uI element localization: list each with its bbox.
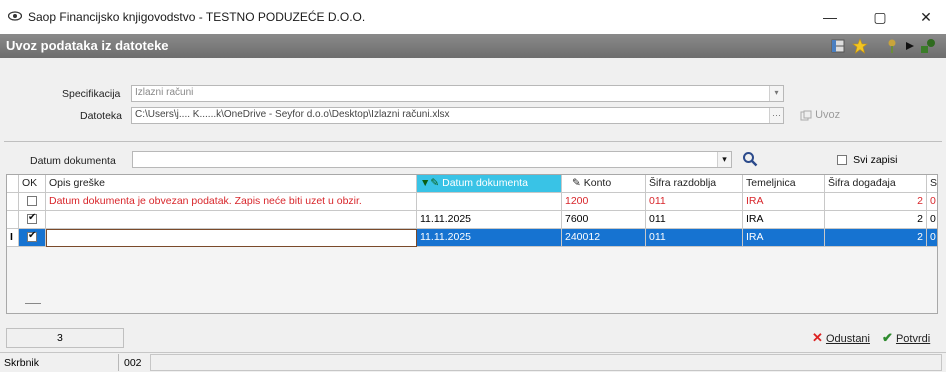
- divider: [4, 141, 942, 142]
- file-path-field[interactable]: C:\Users\j.... K......k\OneDrive - Seyfo…: [131, 107, 784, 124]
- confirm-button[interactable]: ✔ Potvrdi: [882, 330, 930, 346]
- row-error-cell-editing[interactable]: [46, 229, 417, 247]
- specification-field[interactable]: Izlazni računi ▾: [131, 85, 784, 102]
- column-header-event[interactable]: Šifra događaja: [825, 175, 927, 193]
- row-indicator[interactable]: I: [7, 229, 19, 247]
- row-event-cell[interactable]: 2: [825, 193, 927, 211]
- confirm-check-icon: ✔: [882, 330, 893, 345]
- column-header-error[interactable]: Opis greške: [46, 175, 417, 193]
- row-journal-cell[interactable]: IRA: [743, 229, 825, 247]
- search-icon[interactable]: [742, 151, 758, 167]
- status-panel: [150, 354, 942, 371]
- chevron-down-icon[interactable]: ▾: [769, 86, 783, 101]
- shapes-icon[interactable]: [920, 38, 936, 54]
- column-header-journal[interactable]: Temeljnica: [743, 175, 825, 193]
- filter-date-label: Datum dokumenta: [30, 155, 116, 167]
- row-ok-checkbox[interactable]: [27, 230, 37, 243]
- pencil-icon: ✎: [572, 177, 581, 189]
- all-records-checkbox[interactable]: [837, 155, 847, 166]
- all-records-label: Svi zapisi: [853, 154, 898, 166]
- file-path-value: C:\Users\j.... K......k\OneDrive - Seyfo…: [135, 109, 450, 120]
- column-header-account[interactable]: ✎ Konto: [562, 175, 646, 193]
- row-ok-checkbox[interactable]: [27, 196, 37, 207]
- row-s-cell[interactable]: 0: [927, 229, 937, 247]
- row-period-cell[interactable]: 011: [646, 229, 743, 247]
- dialog-title: Uvoz podataka iz datoteke: [6, 38, 169, 53]
- row-date-cell[interactable]: 11.11.2025: [417, 211, 562, 229]
- dialog-header: Uvoz podataka iz datoteke: [0, 34, 946, 58]
- status-separator: [118, 354, 119, 371]
- row-ok-cell[interactable]: [19, 229, 46, 247]
- window-titlebar: Saop Financijsko knjigovodstvo - TESTNO …: [0, 0, 946, 34]
- all-records-toggle[interactable]: Svi zapisi: [837, 154, 897, 166]
- arrow-right-icon[interactable]: [902, 38, 918, 54]
- row-ok-cell[interactable]: [19, 211, 46, 229]
- browse-file-icon[interactable]: ⋯: [769, 108, 783, 123]
- row-error-cell[interactable]: Datum dokumenta je obvezan podatak. Zapi…: [46, 193, 417, 211]
- import-label: Uvoz: [815, 109, 841, 121]
- row-event-cell[interactable]: 2: [825, 229, 927, 247]
- specification-value: Izlazni računi: [135, 87, 194, 98]
- specification-label: Specifikacija: [62, 88, 121, 100]
- row-date-cell[interactable]: 11.11.2025: [417, 229, 562, 247]
- app-eye-icon: [8, 11, 22, 21]
- row-journal-cell[interactable]: IRA: [743, 211, 825, 229]
- row-ok-cell[interactable]: [19, 193, 46, 211]
- close-button[interactable]: ✕: [906, 6, 946, 28]
- row-event-cell[interactable]: 2: [825, 211, 927, 229]
- row-s-cell[interactable]: 0: [927, 193, 937, 211]
- column-header-indicator: [7, 175, 19, 193]
- column-header-date-label: Datum dokumenta: [442, 177, 528, 189]
- tools-icon[interactable]: [884, 38, 900, 54]
- footer-bar: 3 ✕ Odustani ✔ Potvrdi: [0, 326, 946, 350]
- row-error-cell[interactable]: [46, 211, 417, 229]
- status-field-custodian: Skrbnik: [4, 357, 40, 369]
- confirm-label: Potvrdi: [895, 333, 931, 345]
- grid-new-row-marker: [25, 303, 41, 304]
- grid-layout-icon[interactable]: [830, 38, 846, 54]
- row-indicator[interactable]: [7, 193, 19, 211]
- row-journal-cell[interactable]: IRA: [743, 193, 825, 211]
- cancel-x-icon: ✕: [812, 330, 823, 345]
- row-ok-checkbox[interactable]: [27, 212, 37, 225]
- cancel-button[interactable]: ✕ Odustani: [812, 330, 870, 346]
- import-button[interactable]: Uvoz: [800, 109, 840, 121]
- row-indicator[interactable]: [7, 211, 19, 229]
- column-header-s[interactable]: S: [927, 175, 937, 193]
- sort-filter-icon: ▼✎: [420, 177, 440, 189]
- minimize-button[interactable]: —: [810, 6, 850, 28]
- maximize-button[interactable]: ▢: [860, 6, 900, 28]
- row-s-cell[interactable]: 0: [927, 211, 937, 229]
- status-bar: Skrbnik 002: [0, 352, 946, 372]
- filter-date-field[interactable]: ▾: [132, 151, 732, 168]
- status-field-code: 002: [124, 357, 142, 369]
- column-header-account-label: Konto: [583, 177, 612, 189]
- column-header-date[interactable]: ▼✎ Datum dokumenta: [417, 175, 562, 193]
- record-count: 3: [6, 328, 124, 348]
- row-account-cell[interactable]: 7600: [562, 211, 646, 229]
- row-date-cell[interactable]: [417, 193, 562, 211]
- row-period-cell[interactable]: 011: [646, 193, 743, 211]
- column-header-ok[interactable]: OK: [19, 175, 46, 193]
- column-header-period[interactable]: Šifra razdoblja: [646, 175, 743, 193]
- cancel-label: Odustani: [825, 333, 870, 345]
- star-icon[interactable]: [852, 38, 868, 54]
- import-icon: [800, 110, 812, 121]
- file-label: Datoteka: [80, 110, 123, 122]
- import-records-grid: OK Opis greške ▼✎ Datum dokumenta ✎ Kont…: [6, 174, 938, 314]
- row-period-cell[interactable]: 011: [646, 211, 743, 229]
- chevron-down-icon[interactable]: ▾: [717, 152, 731, 167]
- window-title: Saop Financijsko knjigovodstvo - TESTNO …: [28, 10, 366, 24]
- row-account-cell[interactable]: 240012: [562, 229, 646, 247]
- row-account-cell[interactable]: 1200: [562, 193, 646, 211]
